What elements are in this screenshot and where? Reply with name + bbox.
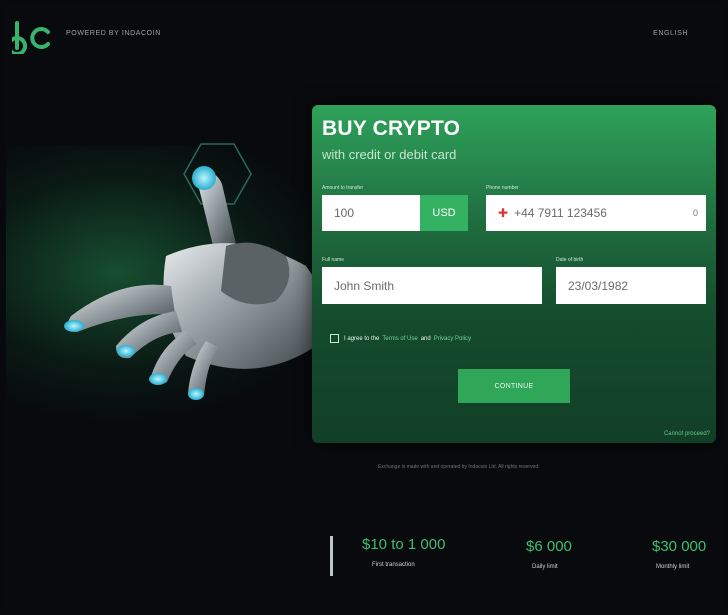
stat-label-monthly-limit: Monthly limit <box>656 564 690 570</box>
agree-prefix: I agree to the <box>344 335 380 342</box>
card-subtitle: with credit or debit card <box>322 147 457 162</box>
phone-suffix: 0 <box>692 208 698 218</box>
robot-hand-illustration <box>64 143 324 400</box>
name-label: Full name <box>322 257 344 263</box>
stat-value-first-transaction: $10 to 1 000 <box>362 536 446 553</box>
agree-checkbox[interactable] <box>330 334 339 343</box>
phone-input[interactable]: ✚ +44 7911 123456 0 <box>486 195 706 231</box>
phone-label: Phone number <box>486 185 519 191</box>
currency-selector[interactable]: USD <box>420 195 468 231</box>
stat-label-first-transaction: First transaction <box>372 562 415 568</box>
amount-input[interactable]: 100 <box>322 195 420 231</box>
stat-value-daily-limit: $6 000 <box>526 538 572 555</box>
buy-crypto-card: BUY CRYPTO with credit or debit card Amo… <box>312 105 716 443</box>
disclaimer-text: Exchange is made with and operated by In… <box>378 464 540 470</box>
dob-label: Date of birth <box>556 257 584 263</box>
dob-input[interactable]: 23/03/1982 <box>556 267 706 304</box>
powered-by-text: POWERED BY INDACOIN <box>66 30 161 37</box>
terms-agreement: I agree to the Terms of Use and Privacy … <box>330 334 474 343</box>
uk-flag-icon[interactable]: ✚ <box>498 206 508 220</box>
cannot-proceed-link[interactable]: Cannot proceed? <box>664 431 710 437</box>
terms-link[interactable]: Terms of Use <box>382 336 417 342</box>
card-title: BUY CRYPTO <box>322 117 461 140</box>
page: POWERED BY INDACOIN ENGLISH BUY CRYPTO w… <box>6 6 722 609</box>
stat-value-monthly-limit: $30 000 <box>652 538 707 555</box>
full-name-input[interactable]: John Smith <box>322 267 542 304</box>
stat-label-daily-limit: Daily limit <box>532 564 558 570</box>
stats-divider <box>330 536 333 576</box>
continue-button[interactable]: CONTINUE <box>458 369 570 403</box>
agree-and: and <box>420 335 431 342</box>
indacoin-logo[interactable] <box>12 20 52 54</box>
language-selector[interactable]: ENGLISH <box>653 30 688 37</box>
phone-value: +44 7911 123456 <box>514 206 607 220</box>
amount-label: Amount to transfer <box>322 185 364 191</box>
privacy-link[interactable]: Privacy Policy <box>434 336 471 342</box>
